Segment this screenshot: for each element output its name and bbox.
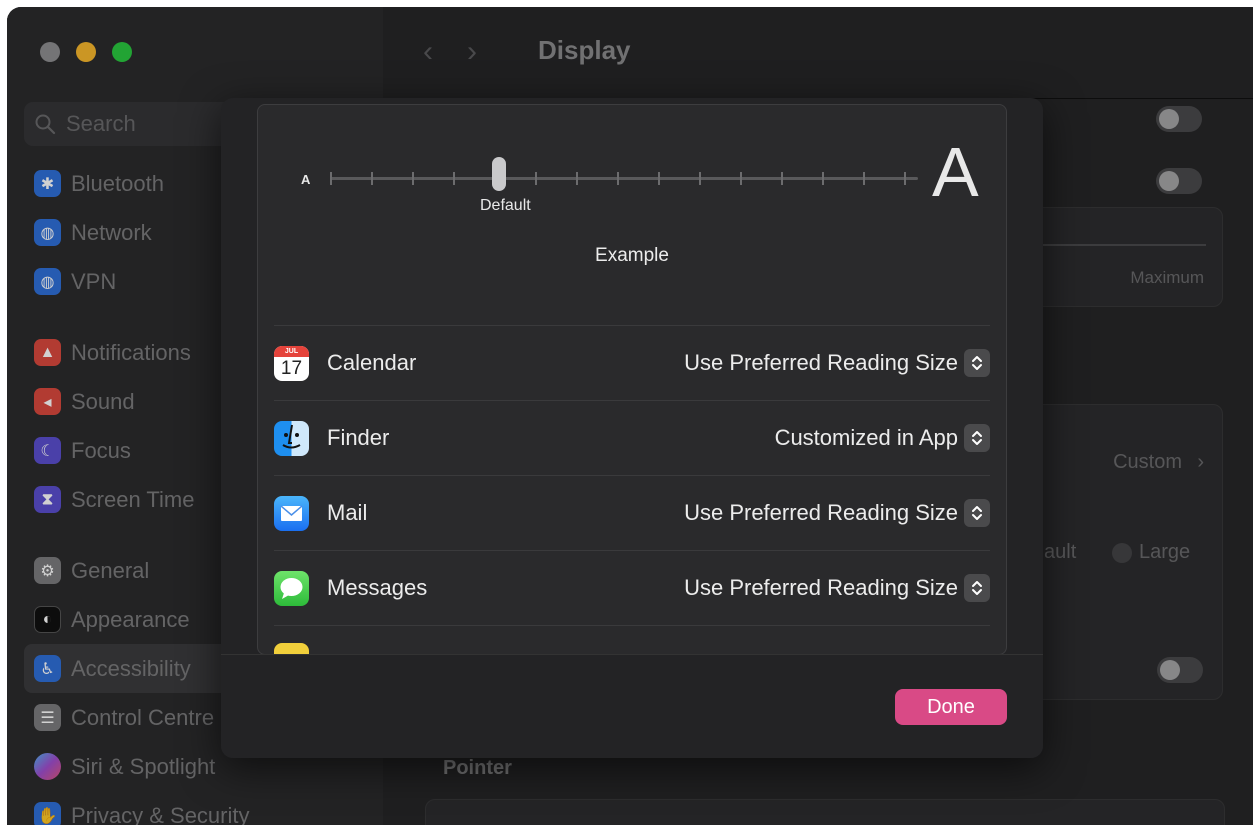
slider-tick [863,172,865,185]
slider-tick [699,172,701,185]
slider-tick [658,172,660,185]
messages-icon [274,570,309,606]
list-item-calendar: JUL 17 Calendar Use Preferred Reading Si… [274,325,990,400]
list-item-mail: Mail Use Preferred Reading Size [274,475,990,550]
popup-chevrons-icon [964,574,990,602]
list-item-partial [274,625,990,654]
app-size-popup[interactable]: Use Preferred Reading Size [684,499,990,527]
app-size-popup[interactable]: Customized in App [775,424,990,452]
slider-max-label: A [932,133,979,211]
done-button[interactable]: Done [895,689,1007,725]
app-name: Calendar [327,350,417,375]
slider-tick [576,172,578,185]
app-size-value: Use Preferred Reading Size [684,575,958,600]
app-list: JUL 17 Calendar Use Preferred Reading Si… [274,325,990,654]
app-size-popup[interactable]: Use Preferred Reading Size [684,349,990,377]
slider-tick [453,172,455,185]
slider-tick [740,172,742,185]
slider-track [330,177,918,180]
calendar-icon: JUL 17 [274,345,309,381]
list-item-messages: Messages Use Preferred Reading Size [274,550,990,625]
slider-default-label: Default [480,197,531,214]
slider-tick [330,172,332,185]
calendar-month: JUL [274,345,309,357]
slider-knob[interactable] [492,157,506,191]
sheet-footer: Done [221,654,1043,758]
app-size-value: Use Preferred Reading Size [684,350,958,375]
slider-min-label: A [301,172,311,187]
finder-icon [274,420,309,456]
slider-tick [904,172,906,185]
app-name: Finder [327,425,390,450]
app-name: Messages [327,575,428,600]
calendar-day: 17 [280,357,303,379]
slider-tick [412,172,414,185]
popup-chevrons-icon [964,349,990,377]
app-name: Mail [327,500,368,525]
sheet-content: A A Default Example JUL 17 Calendar Use … [257,104,1007,655]
text-size-sheet: A A Default Example JUL 17 Calendar Use … [221,98,1043,758]
popup-chevrons-icon [964,424,990,452]
slider-tick [822,172,824,185]
slider-tick [617,172,619,185]
mail-icon [274,495,309,531]
app-size-value: Use Preferred Reading Size [684,500,958,525]
popup-chevrons-icon [964,499,990,527]
example-text: Example [595,245,669,266]
text-size-slider[interactable] [330,171,918,185]
slider-tick [371,172,373,185]
list-item-finder: Finder Customized in App [274,400,990,475]
app-size-value: Customized in App [774,425,958,450]
app-size-popup[interactable]: Use Preferred Reading Size [684,574,990,602]
slider-tick [781,172,783,185]
slider-tick [535,172,537,185]
